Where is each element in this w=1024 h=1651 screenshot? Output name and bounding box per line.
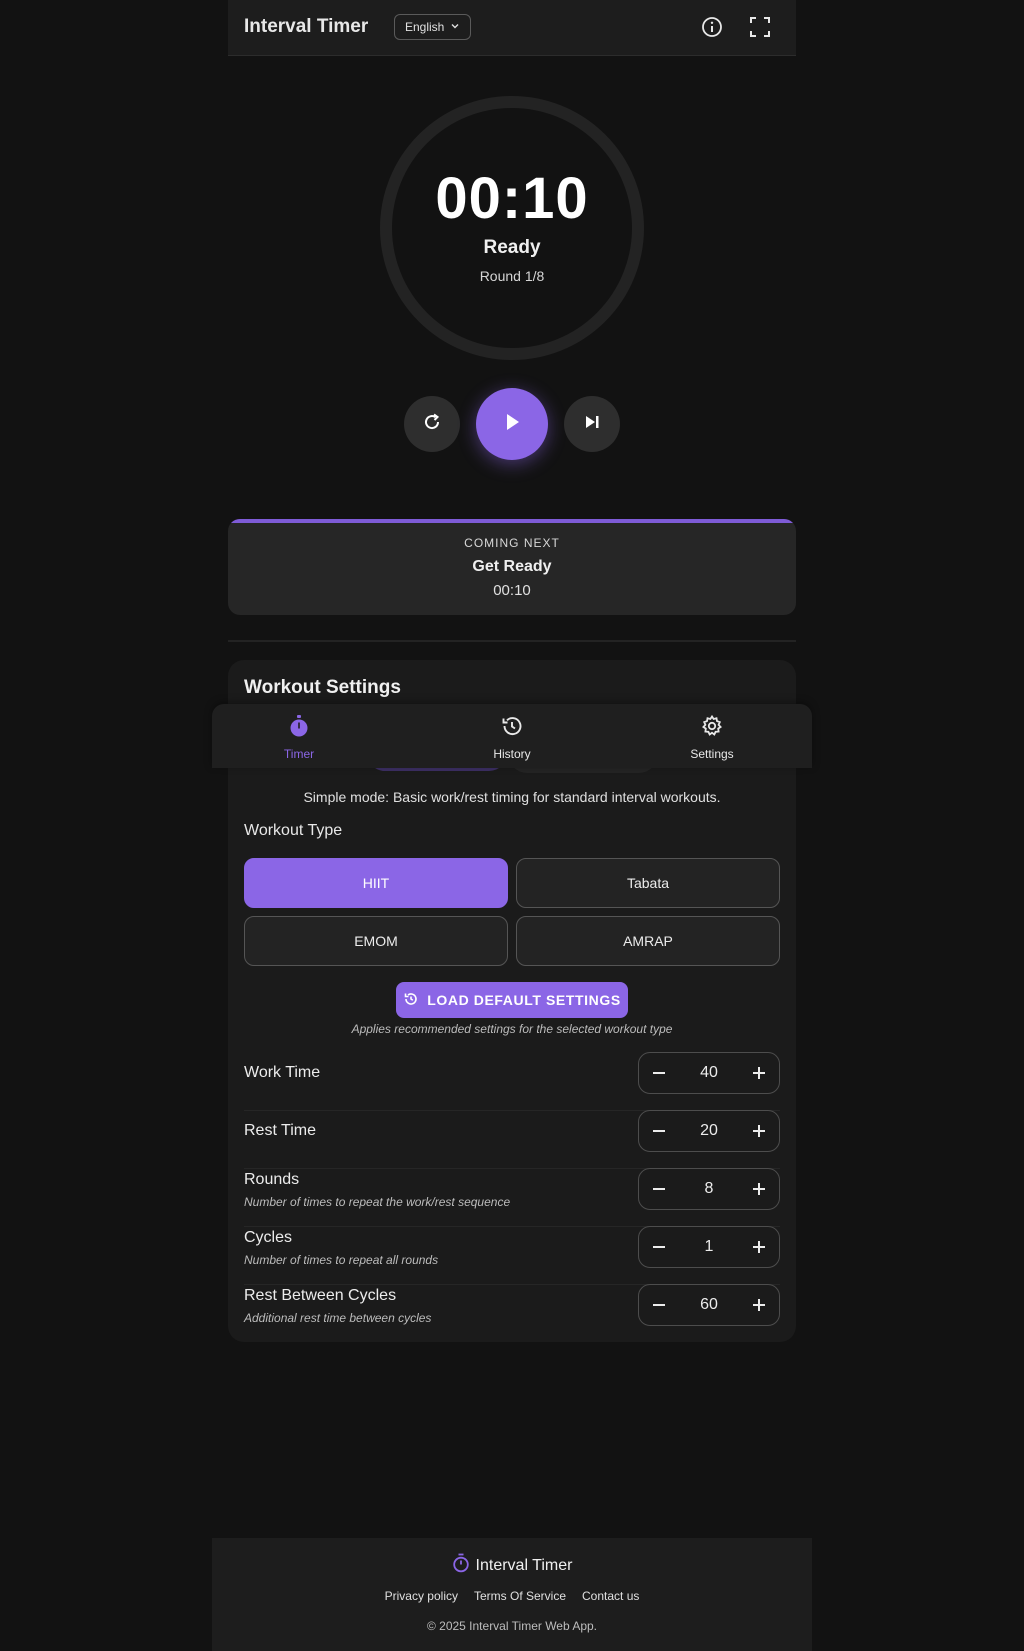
language-value: English	[405, 20, 445, 34]
workout-type-amrap[interactable]: AMRAP	[516, 916, 780, 966]
work-time-stepper: 40	[638, 1052, 780, 1094]
rest-time-stepper: 20	[638, 1110, 780, 1152]
stepper-value[interactable]: 8	[679, 1180, 739, 1198]
setting-row-rest-between-cycles: Rest Between Cycles Additional rest time…	[244, 1284, 780, 1342]
round-counter: Round 1/8	[479, 268, 545, 284]
nav-label-timer: Timer	[283, 747, 315, 761]
play-icon	[501, 411, 523, 438]
footer-brand-label: Interval Timer	[475, 1556, 573, 1574]
setting-row-rounds: Rounds Number of times to repeat the wor…	[244, 1168, 780, 1227]
reset-icon	[422, 412, 442, 437]
rounds-stepper: 8	[638, 1168, 780, 1210]
setting-description: Additional rest time between cycles	[244, 1311, 432, 1325]
setting-label: Rounds	[244, 1171, 300, 1188]
load-default-settings-button[interactable]: LOAD DEFAULT SETTINGS	[396, 982, 628, 1018]
history-icon	[500, 714, 524, 741]
skip-next-icon	[583, 413, 601, 436]
divider	[228, 640, 796, 642]
settings-title: Workout Settings	[244, 677, 401, 698]
setting-row-work-time: Work Time 40	[244, 1052, 780, 1111]
chevron-down-icon	[450, 20, 460, 34]
nav-label-history: History	[493, 747, 531, 761]
setting-description: Number of times to repeat the work/rest …	[244, 1195, 511, 1209]
info-icon[interactable]	[698, 13, 726, 41]
workout-type-emom[interactable]: EMOM	[244, 916, 508, 966]
bottom-nav: Timer History Settings	[212, 704, 812, 768]
stepper-value[interactable]: 40	[679, 1064, 739, 1082]
restore-icon	[403, 991, 419, 1010]
workout-type-label: Workout Type	[244, 822, 343, 839]
play-button[interactable]	[476, 388, 548, 460]
setting-label: Work Time	[244, 1064, 321, 1081]
decrement-button[interactable]	[639, 1053, 679, 1093]
stepper-value[interactable]: 1	[679, 1238, 739, 1256]
footer-brand: Interval Timer	[212, 1553, 812, 1578]
rest-between-cycles-stepper: 60	[638, 1284, 780, 1326]
next-up-phase: Get Ready	[472, 558, 552, 575]
app-header: Interval Timer English	[228, 0, 796, 56]
next-up-label: COMING NEXT	[464, 536, 560, 550]
privacy-policy-link[interactable]: Privacy policy	[385, 1589, 458, 1603]
footer-links: Privacy policy Terms Of Service Contact …	[212, 1589, 812, 1603]
next-up-time: 00:10	[493, 582, 531, 599]
cycles-stepper: 1	[638, 1226, 780, 1268]
stepper-value[interactable]: 20	[679, 1122, 739, 1140]
reset-button[interactable]	[404, 396, 460, 452]
increment-button[interactable]	[739, 1227, 779, 1267]
workout-type-hiit[interactable]: HIIT	[244, 858, 508, 908]
setting-label: Cycles	[244, 1229, 293, 1246]
fullscreen-icon[interactable]	[746, 13, 774, 41]
nav-item-history[interactable]: History	[457, 714, 567, 761]
nav-item-settings[interactable]: Settings	[657, 714, 767, 761]
decrement-button[interactable]	[639, 1227, 679, 1267]
skip-button[interactable]	[564, 396, 620, 452]
nav-item-timer[interactable]: Timer	[244, 714, 354, 761]
setting-row-rest-time: Rest Time 20	[244, 1110, 780, 1169]
increment-button[interactable]	[739, 1111, 779, 1151]
decrement-button[interactable]	[639, 1111, 679, 1151]
next-up-progress	[228, 519, 796, 523]
footer-copyright: © 2025 Interval Timer Web App.	[426, 1619, 598, 1633]
increment-button[interactable]	[739, 1285, 779, 1325]
contact-us-link[interactable]: Contact us	[582, 1589, 639, 1603]
gear-icon	[700, 714, 724, 741]
language-select[interactable]: English	[394, 14, 472, 40]
load-default-label: LOAD DEFAULT SETTINGS	[427, 992, 621, 1008]
app-title: Interval Timer	[244, 16, 369, 37]
decrement-button[interactable]	[639, 1285, 679, 1325]
increment-button[interactable]	[739, 1169, 779, 1209]
stopwatch-icon	[288, 714, 310, 741]
stepper-value[interactable]: 60	[679, 1296, 739, 1314]
load-default-note: Applies recommended settings for the sel…	[351, 1022, 673, 1036]
stopwatch-icon	[452, 1553, 470, 1578]
increment-button[interactable]	[739, 1053, 779, 1093]
timer-display: 00:10	[435, 166, 589, 231]
setting-label: Rest Time	[244, 1122, 317, 1139]
workout-type-tabata[interactable]: Tabata	[516, 858, 780, 908]
setting-row-cycles: Cycles Number of times to repeat all rou…	[244, 1226, 780, 1285]
timer-state: Ready	[483, 237, 541, 258]
decrement-button[interactable]	[639, 1169, 679, 1209]
nav-label-settings: Settings	[690, 747, 734, 761]
setting-description: Number of times to repeat all rounds	[244, 1253, 439, 1267]
terms-of-service-link[interactable]: Terms Of Service	[474, 1589, 566, 1603]
mode-description: Simple mode: Basic work/rest timing for …	[303, 789, 721, 805]
setting-label: Rest Between Cycles	[244, 1287, 397, 1304]
